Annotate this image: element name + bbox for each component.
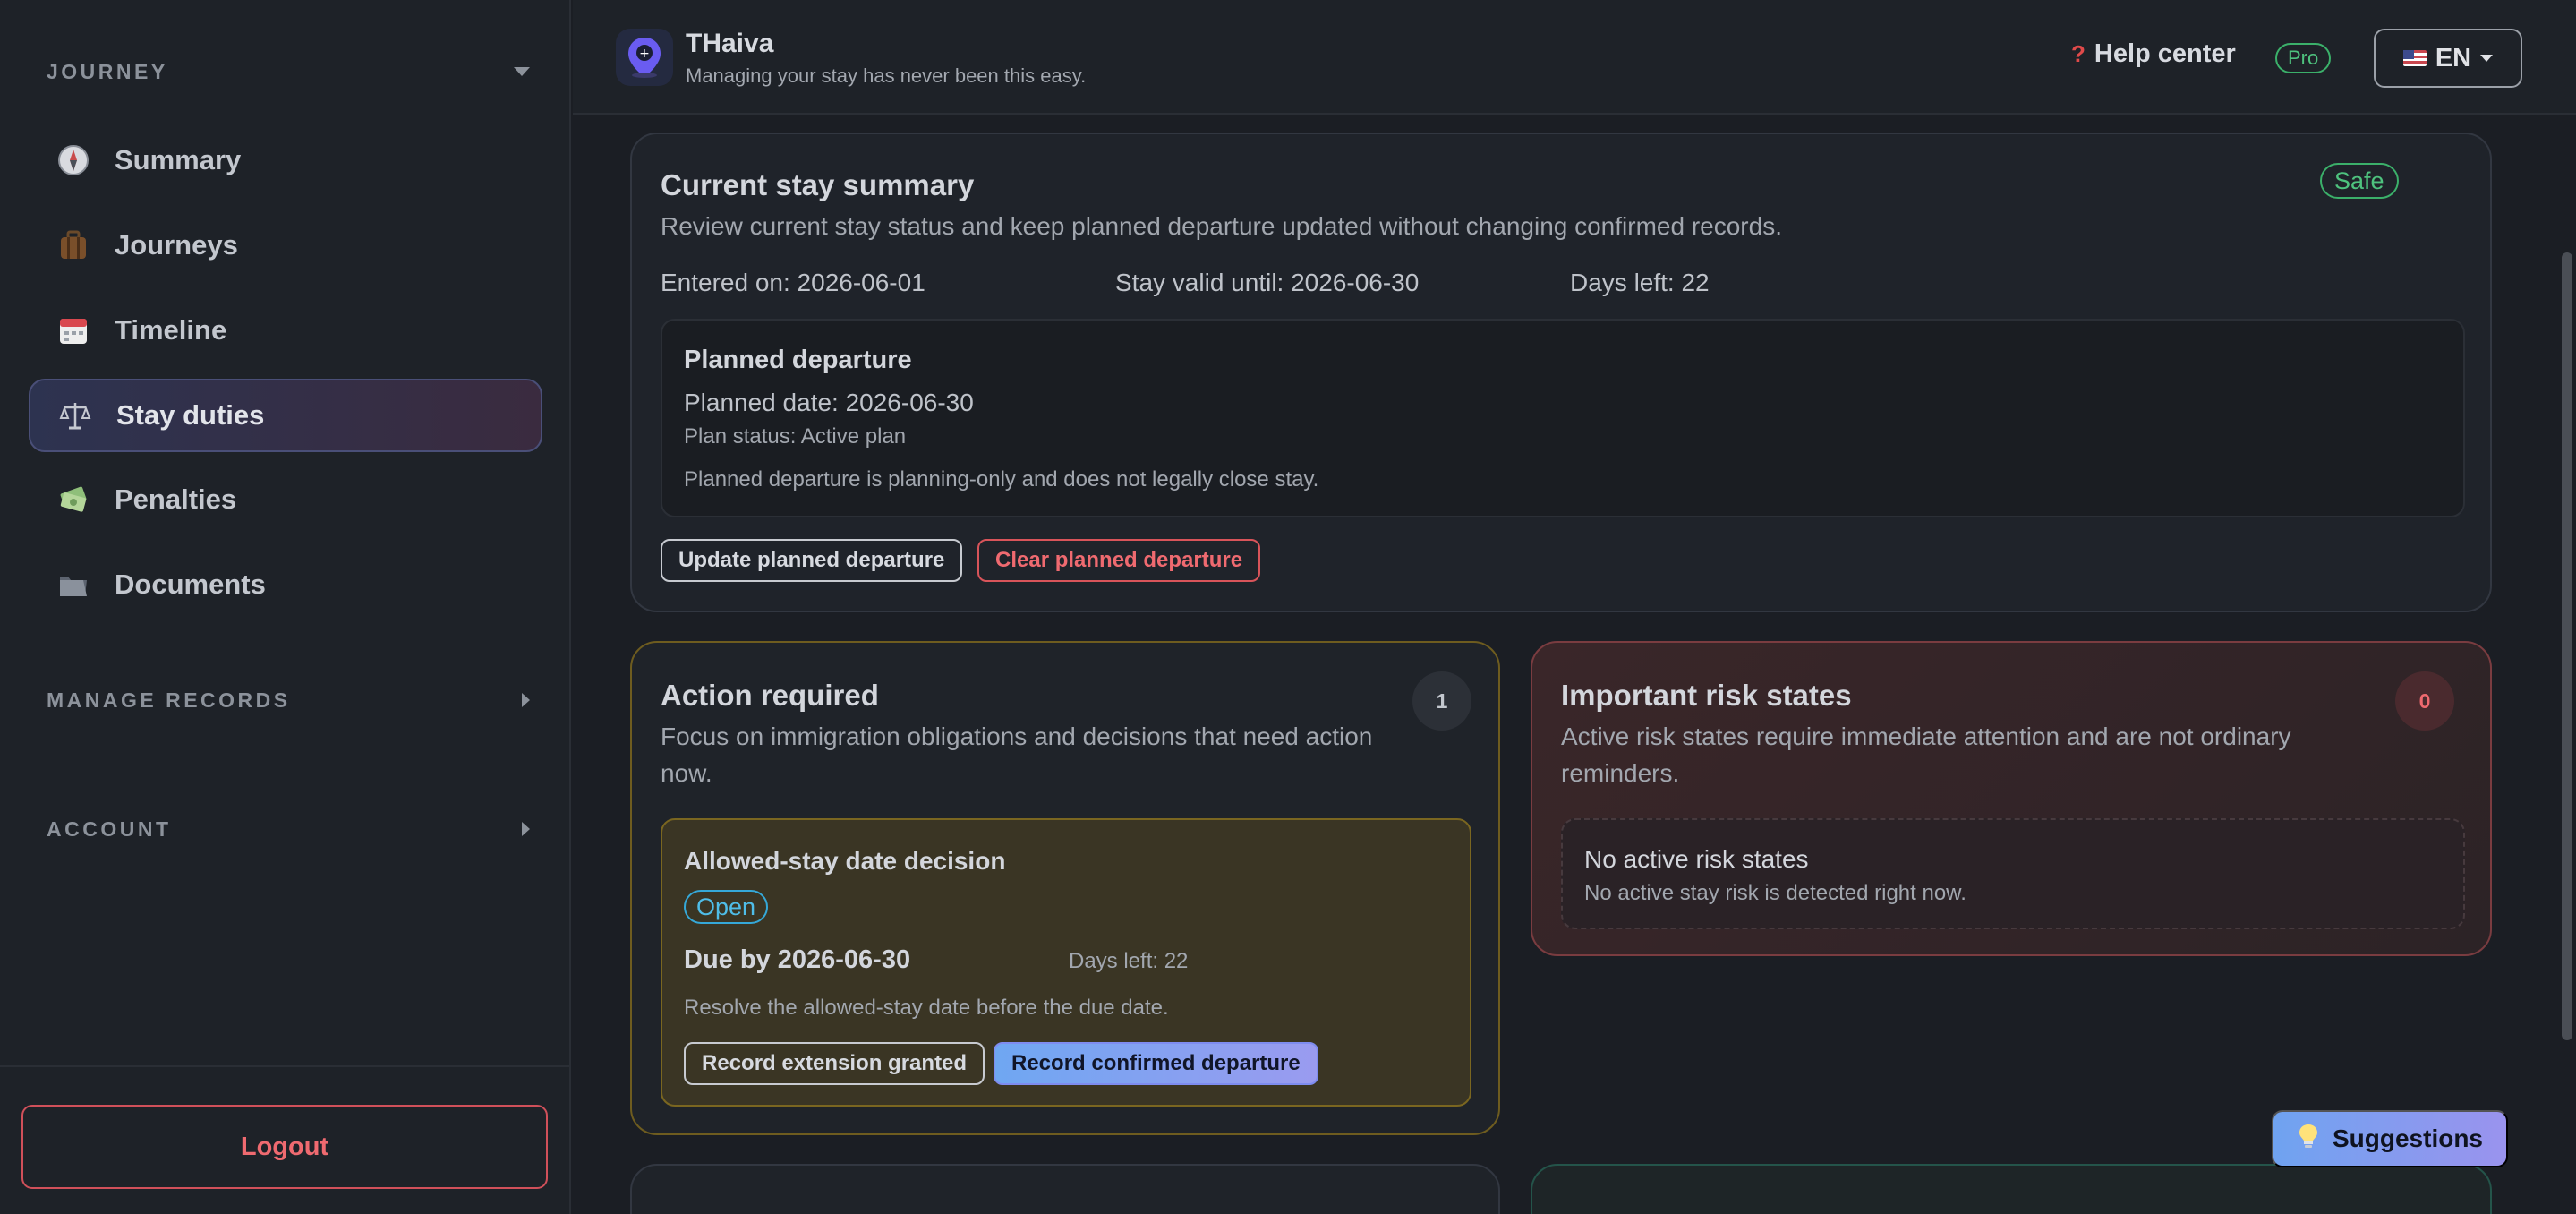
sidebar-item-timeline[interactable]: Timeline <box>29 294 542 367</box>
scales-icon <box>57 398 93 433</box>
allowed-stay-decision-item: Allowed-stay date decision Open Due by 2… <box>661 818 1471 1107</box>
sidebar-item-label: Journeys <box>115 229 238 261</box>
chevron-down-icon <box>514 67 530 76</box>
chevron-right-icon <box>522 822 530 836</box>
risk-states-description-line2: reminders. <box>1561 759 1680 787</box>
sidebar-item-penalties[interactable]: Penalties <box>29 463 542 536</box>
plan-status: Plan status: Active plan <box>684 424 907 449</box>
language-label: EN <box>2435 43 2472 73</box>
lower-card-right <box>1531 1164 2492 1214</box>
days-left: Days left: 22 <box>1570 269 1710 296</box>
help-center-link[interactable]: ? Help center <box>2071 39 2236 69</box>
action-count-badge: 1 <box>1412 671 1471 731</box>
section-journey-toggle[interactable]: JOURNEY <box>47 54 530 90</box>
action-required-title: Action required <box>661 679 879 712</box>
action-required-card: Action required 1 Focus on immigration o… <box>630 641 1500 1135</box>
chevron-right-icon <box>522 693 530 707</box>
section-account-toggle[interactable]: ACCOUNT <box>47 811 530 847</box>
sidebar-item-label: Summary <box>115 144 242 175</box>
decision-days-left: Days left: 22 <box>1069 949 1189 973</box>
main-content: Current stay summary Review current stay… <box>573 116 2576 1214</box>
no-risk-title: No active risk states <box>1584 845 1809 873</box>
logout-area: Logout <box>0 1065 569 1214</box>
entered-on: Entered on: 2026-06-01 <box>661 269 925 296</box>
sidebar-item-label: Stay duties <box>116 399 265 431</box>
section-account-label: ACCOUNT <box>47 816 172 841</box>
decision-due-date: Due by 2026-06-30 <box>684 945 911 974</box>
top-bar: + THaiva Managing your stay has never be… <box>573 0 2576 115</box>
sidebar-item-label: Documents <box>115 569 266 600</box>
action-required-description-line1: Focus on immigration obligations and dec… <box>661 722 1373 750</box>
sidebar-item-label: Penalties <box>115 483 237 515</box>
stay-valid-until: Stay valid until: 2026-06-30 <box>1115 269 1420 296</box>
us-flag-icon <box>2402 50 2427 66</box>
chevron-down-icon <box>2480 55 2494 62</box>
update-planned-departure-button[interactable]: Update planned departure <box>661 539 963 582</box>
sidebar-item-documents[interactable]: Documents <box>29 548 542 621</box>
action-required-description-line2: now. <box>661 759 712 787</box>
question-icon: ? <box>2071 40 2086 67</box>
app-root: JOURNEY Summary Journeys Timeline Stay d… <box>0 0 2576 1214</box>
sidebar: JOURNEY Summary Journeys Timeline Stay d… <box>0 0 571 1214</box>
suggestions-label: Suggestions <box>2332 1124 2483 1152</box>
planned-departure-panel: Planned departure Planned date: 2026-06-… <box>661 319 2465 517</box>
main-scrollbar-thumb[interactable] <box>2562 252 2572 1040</box>
sidebar-item-stay-duties[interactable]: Stay duties <box>29 379 542 452</box>
planned-departure-note: Planned departure is planning-only and d… <box>684 467 1319 492</box>
risk-count-badge: 0 <box>2395 671 2454 731</box>
sidebar-item-journeys[interactable]: Journeys <box>29 209 542 282</box>
decision-note: Resolve the allowed-stay date before the… <box>684 996 1169 1020</box>
planned-departure-title: Planned departure <box>684 346 912 374</box>
suggestions-button[interactable]: Suggestions <box>2272 1110 2508 1167</box>
sidebar-item-summary[interactable]: Summary <box>29 124 542 197</box>
record-extension-granted-button[interactable]: Record extension granted <box>684 1042 985 1085</box>
help-center-label: Help center <box>2094 39 2236 68</box>
language-selector[interactable]: EN <box>2374 29 2522 88</box>
no-risk-text: No active stay risk is detected right no… <box>1584 881 1966 905</box>
lower-card-left <box>630 1164 1500 1214</box>
logout-button[interactable]: Logout <box>21 1105 548 1189</box>
section-manage-records-toggle[interactable]: MANAGE RECORDS <box>47 682 530 718</box>
svg-text:+: + <box>639 47 650 61</box>
folder-icon <box>55 567 91 603</box>
risk-states-title: Important risk states <box>1561 679 1852 712</box>
record-confirmed-departure-button[interactable]: Record confirmed departure <box>994 1042 1318 1085</box>
clear-planned-departure-button[interactable]: Clear planned departure <box>977 539 1261 582</box>
app-name: THaiva <box>686 29 774 58</box>
decision-status-badge: Open <box>684 890 769 924</box>
sidebar-item-label: Timeline <box>115 314 227 346</box>
no-risk-empty-state: No active risk states No active stay ris… <box>1561 818 2465 929</box>
risk-states-card: Important risk states 0 Active risk stat… <box>1531 641 2492 956</box>
money-icon <box>55 482 91 517</box>
pro-badge: Pro <box>2275 43 2332 73</box>
section-journey-label: JOURNEY <box>47 59 168 83</box>
planned-date: Planned date: 2026-06-30 <box>684 389 974 416</box>
lightbulb-icon <box>2297 1123 2320 1156</box>
section-manage-records-label: MANAGE RECORDS <box>47 688 291 712</box>
stay-summary-description: Review current stay status and keep plan… <box>661 212 1782 240</box>
app-tagline: Managing your stay has never been this e… <box>686 64 1087 87</box>
status-badge: Safe <box>2320 163 2399 199</box>
decision-title: Allowed-stay date decision <box>684 847 1006 875</box>
stay-summary-card: Current stay summary Review current stay… <box>630 133 2492 612</box>
calendar-icon <box>55 312 91 348</box>
stay-summary-title: Current stay summary <box>661 168 975 201</box>
app-logo-icon: + <box>616 29 673 86</box>
risk-states-description-line1: Active risk states require immediate att… <box>1561 722 2291 750</box>
luggage-icon <box>55 227 91 263</box>
compass-icon <box>55 142 91 178</box>
